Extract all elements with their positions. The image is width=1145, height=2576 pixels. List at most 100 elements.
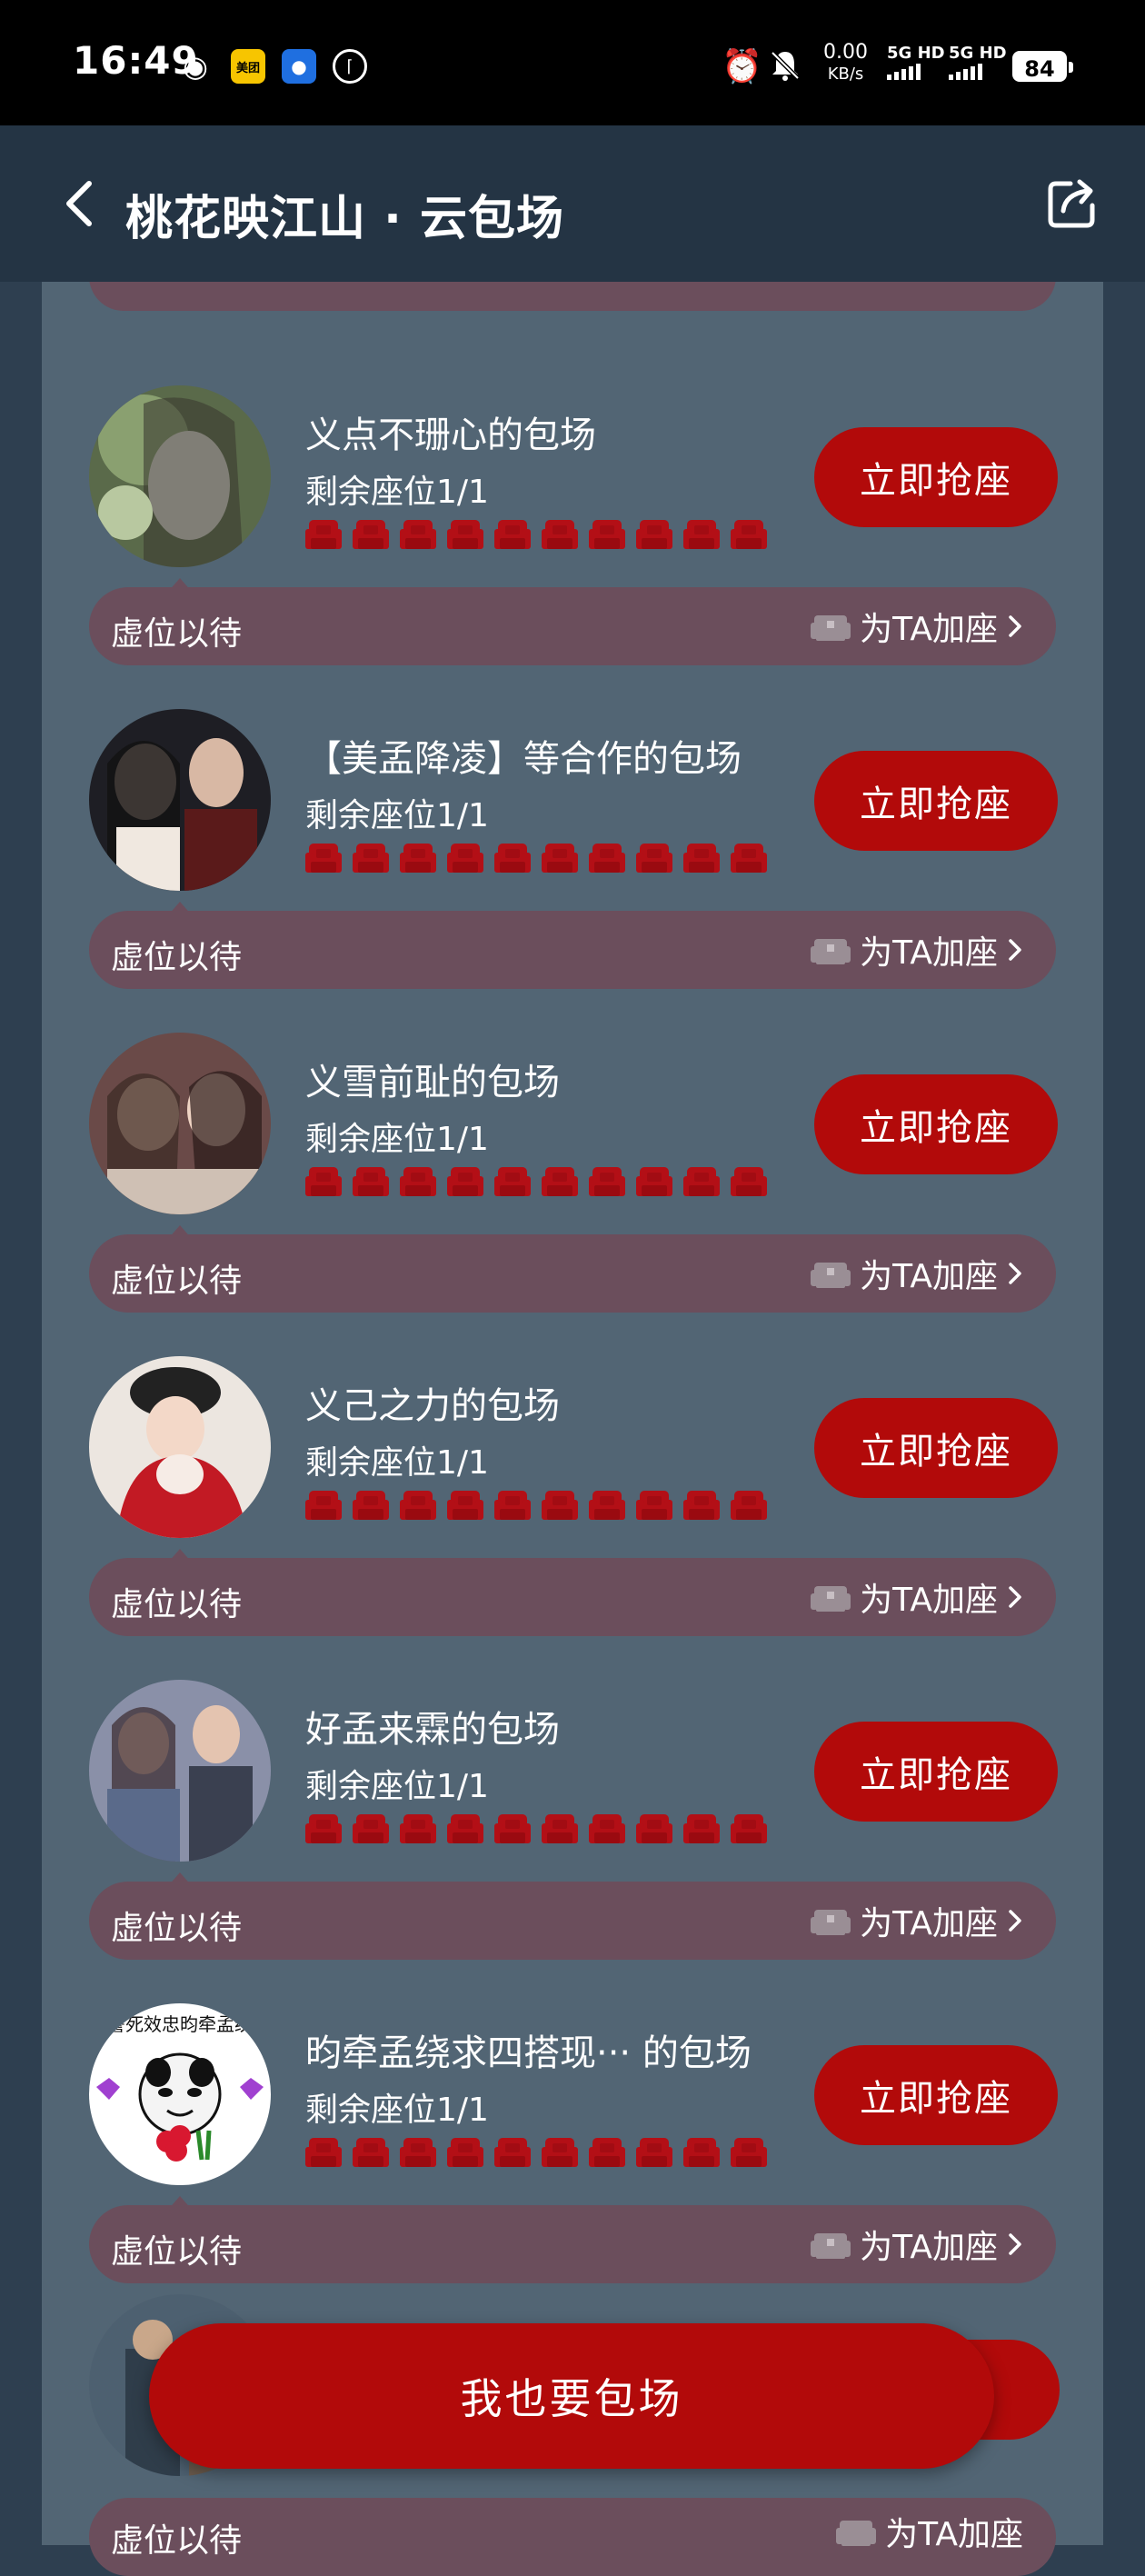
waiting-bar: 虚位以待 为TA加座	[89, 2205, 1056, 2283]
seat-icon	[353, 1814, 389, 1843]
waiting-label: 虚位以待	[111, 2522, 243, 2560]
seat-icon	[305, 1167, 342, 1196]
remaining-seats: 剩余座位1/1	[305, 474, 489, 511]
mute-bell-icon	[767, 47, 803, 92]
remaining-seats: 剩余座位1/1	[305, 1768, 489, 1805]
battery-icon: 84	[1012, 51, 1073, 82]
seat-row	[305, 1487, 767, 1523]
seat-icon	[400, 1491, 436, 1520]
chevron-right-icon	[1009, 1586, 1021, 1608]
seat-icon	[731, 1814, 767, 1843]
seat-icon	[400, 844, 436, 873]
sofa-icon	[811, 1910, 851, 1935]
seat-icon	[731, 520, 767, 549]
svg-text:誓死效忠昀牵孟绕: 誓死效忠昀牵孟绕	[107, 2013, 253, 2035]
grab-seat-button[interactable]: 立即抢座	[814, 2045, 1058, 2145]
remaining-seats: 剩余座位1/1	[305, 1121, 489, 1158]
back-arrow-icon[interactable]	[60, 178, 100, 229]
signal-bars-icon	[949, 64, 1007, 80]
grab-seat-button[interactable]: 立即抢座	[814, 1722, 1058, 1822]
grab-seat-button[interactable]: 立即抢座	[814, 1398, 1058, 1498]
seat-icon	[683, 1491, 720, 1520]
wechat-icon: ◉	[183, 49, 208, 84]
seat-icon	[683, 1814, 720, 1843]
share-icon[interactable]	[1045, 176, 1100, 231]
seat-row	[305, 2134, 767, 2171]
seat-icon	[494, 1491, 531, 1520]
seat-row	[305, 516, 767, 553]
seat-icon	[447, 1167, 483, 1196]
package-card: 好孟来霖的包场 剩余座位1/1 立即抢座 虚位以待 为TA加座	[42, 1612, 1103, 1960]
chevron-right-icon	[1009, 1263, 1021, 1284]
seat-icon	[305, 1491, 342, 1520]
seat-icon	[447, 520, 483, 549]
sofa-icon	[811, 939, 851, 964]
add-seat-link[interactable]: 为TA加座	[811, 2222, 1023, 2267]
seat-icon	[400, 520, 436, 549]
seat-icon	[636, 1167, 672, 1196]
seat-icon	[353, 1167, 389, 1196]
add-seat-link[interactable]: 为TA加座	[836, 2509, 1023, 2554]
remaining-seats: 剩余座位1/1	[305, 1444, 489, 1482]
chevron-right-icon	[1009, 1910, 1021, 1932]
grab-seat-button[interactable]: 立即抢座	[814, 751, 1058, 851]
previous-card-bar	[89, 282, 1056, 311]
waiting-bar: 虚位以待 为TA加座	[89, 2498, 1056, 2576]
net-speed-value: 0.00	[823, 41, 868, 64]
sofa-icon	[811, 2233, 851, 2259]
grab-seat-button[interactable]: 立即抢座	[814, 1074, 1058, 1174]
seat-icon	[400, 1167, 436, 1196]
package-list[interactable]: 义点不珊心的包场 剩余座位1/1 立即抢座 虚位以待 为TA加座 【美孟降凌】等…	[42, 282, 1103, 2545]
seat-row	[305, 840, 767, 876]
avatar	[89, 1356, 271, 1538]
seat-icon	[636, 1814, 672, 1843]
seat-icon	[589, 2138, 625, 2167]
book-package-button[interactable]: 我也要包场	[149, 2323, 994, 2469]
status-bar: 16:49 ◉ 美团 ● ⌈ ⏰ 0.00 KB/s 5G HD 5G HD 8…	[0, 0, 1145, 125]
package-card: 义雪前耻的包场 剩余座位1/1 立即抢座 虚位以待 为TA加座	[42, 965, 1103, 1313]
seat-icon	[589, 844, 625, 873]
chevron-right-icon	[1009, 615, 1021, 637]
package-title: 【美孟降凌】等合作的包场	[305, 738, 742, 780]
seat-icon	[589, 1167, 625, 1196]
seat-icon	[731, 1491, 767, 1520]
seat-icon	[636, 844, 672, 873]
package-card: 【美孟降凌】等合作的包场 剩余座位1/1 立即抢座 虚位以待 为TA加座	[42, 642, 1103, 989]
seat-icon	[731, 1167, 767, 1196]
seat-icon	[353, 2138, 389, 2167]
package-title: 好孟来霖的包场	[305, 1709, 560, 1751]
sofa-icon	[811, 1586, 851, 1612]
seat-icon	[400, 1814, 436, 1843]
seat-icon	[542, 844, 578, 873]
seat-icon	[305, 520, 342, 549]
seat-icon	[353, 520, 389, 549]
seat-icon	[542, 1814, 578, 1843]
page-title: 桃花映江山 · 云包场	[125, 192, 564, 246]
seat-icon	[589, 1814, 625, 1843]
sim2-label: 5G HD	[949, 44, 1007, 63]
seat-icon	[305, 2138, 342, 2167]
package-title: 义雪前耻的包场	[305, 1062, 560, 1103]
seat-icon	[683, 2138, 720, 2167]
seat-icon	[494, 520, 531, 549]
alarm-icon: ⏰	[722, 48, 762, 85]
seat-icon	[494, 844, 531, 873]
seat-icon	[447, 844, 483, 873]
seat-icon	[542, 1491, 578, 1520]
seat-icon	[447, 1491, 483, 1520]
grab-seat-button[interactable]: 立即抢座	[814, 427, 1058, 527]
round-app-icon: ⌈	[333, 49, 367, 84]
seat-icon	[636, 2138, 672, 2167]
seat-icon	[636, 520, 672, 549]
seat-icon	[731, 844, 767, 873]
header: 桃花映江山 · 云包场	[0, 125, 1145, 282]
sofa-icon	[811, 615, 851, 641]
seat-row	[305, 1163, 767, 1200]
sofa-icon	[836, 2521, 877, 2546]
seat-icon	[353, 844, 389, 873]
package-title: 义点不珊心的包场	[305, 414, 596, 456]
chevron-right-icon	[1009, 939, 1021, 961]
chevron-right-icon	[1009, 2233, 1021, 2255]
avatar: 誓死效忠昀牵孟绕	[89, 2003, 271, 2185]
seat-icon	[447, 2138, 483, 2167]
